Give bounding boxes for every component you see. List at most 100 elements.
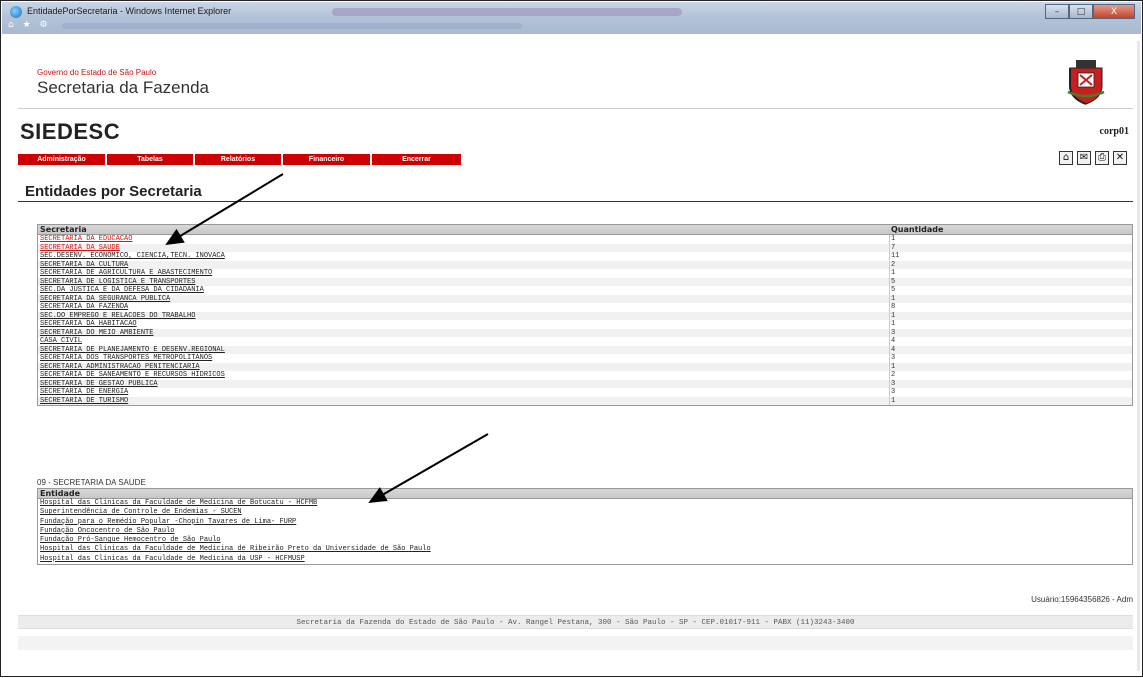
column-divider xyxy=(889,320,890,329)
quantidade-cell: 3 xyxy=(891,388,896,396)
title-bar: EntidadePorSecretaria - Windows Internet… xyxy=(2,2,1141,34)
secretaria-link[interactable]: SECRETARIA DE AGRICULTURA E ABASTECIMENT… xyxy=(40,269,212,278)
table-row: Hospital das Clínicas da Faculdade de Me… xyxy=(38,499,1132,508)
secretaria-link[interactable]: SECRETARIA DE LOGISTICA E TRANSPORTES xyxy=(40,278,195,287)
secretaria-link[interactable]: SECRETARIA DO MEIO AMBIENTE xyxy=(40,329,153,338)
secretaria-link[interactable]: SECRETARIA DA FAZENDA xyxy=(40,303,128,312)
menu-relatorios[interactable]: Relatórios xyxy=(195,154,283,165)
secretaria-link[interactable]: SECRETARIA ADMINISTRACAO PENITENCIARIA xyxy=(40,363,200,372)
column-divider xyxy=(889,252,890,261)
entidades-table: Entidade Hospital das Clínicas da Faculd… xyxy=(37,488,1133,566)
column-header-quantidade: Quantidade xyxy=(891,225,944,234)
table-row: SECRETARIA DA FAZENDA 8 xyxy=(38,303,1132,312)
entidade-link[interactable]: Hospital das Clínicas da Faculdade de Me… xyxy=(40,555,305,564)
quantidade-cell: 5 xyxy=(891,277,896,286)
close-icon[interactable]: ✕ xyxy=(1113,151,1127,165)
column-divider xyxy=(889,269,890,278)
column-divider xyxy=(889,328,890,337)
minimize-button[interactable]: – xyxy=(1045,4,1069,19)
quantidade-cell: 7 xyxy=(891,243,896,252)
scrollbar[interactable] xyxy=(1137,41,1140,671)
close-window-button[interactable]: X xyxy=(1093,4,1135,19)
favorites-icons[interactable]: ⌂ ★ ⚙ xyxy=(8,20,51,30)
column-divider xyxy=(889,362,890,371)
column-divider xyxy=(889,311,890,320)
column-divider xyxy=(889,371,890,380)
table-row: SECRETARIA DA SAUDE 7 xyxy=(38,243,1132,253)
column-divider xyxy=(889,379,890,388)
secretaria-link[interactable]: SEC.DO EMPREGO E RELACOES DO TRABALHO xyxy=(40,312,195,321)
quantidade-cell: 1 xyxy=(891,311,896,320)
quantidade-cell: 1 xyxy=(891,294,896,303)
blurred-tab xyxy=(332,8,682,16)
table-row: SEC.DO EMPREGO E RELACOES DO TRABALHO 1 xyxy=(38,311,1132,321)
quantidade-cell: 1 xyxy=(891,396,896,405)
table-row: SECRETARIA DA SEGURANCA PUBLICA 1 xyxy=(38,294,1132,304)
quantidade-cell: 3 xyxy=(891,354,896,362)
user-code: corp01 xyxy=(1099,126,1129,137)
entidade-link[interactable]: Hospital das Clínicas da Faculdade de Me… xyxy=(40,499,317,508)
table-row: Superintendência de Controle de Endemias… xyxy=(38,508,1132,517)
app-title: SIEDESC xyxy=(20,119,121,144)
secretaria-link[interactable]: SECRETARIA DA EDUCACAO xyxy=(40,235,132,244)
secretaria-link[interactable]: SECRETARIA DOS TRANSPORTES METROPOLITANO… xyxy=(40,354,212,363)
quantidade-cell: 1 xyxy=(891,320,896,328)
table-row: SECRETARIA DE SANEAMENTO E RECURSOS HIDR… xyxy=(38,371,1132,380)
column-divider xyxy=(889,260,890,269)
entidade-link[interactable]: Fundação para o Remédio Popular -Chopin … xyxy=(40,518,296,527)
column-divider xyxy=(889,396,890,405)
table-row: SECRETARIA DE LOGISTICA E TRANSPORTES 5 xyxy=(38,277,1132,287)
entidade-link[interactable]: Superintendência de Controle de Endemias… xyxy=(40,508,242,517)
secretaria-link[interactable]: SECRETARIA DA SAUDE xyxy=(40,244,120,253)
entidade-link[interactable]: Hospital das Clínicas da Faculdade de Me… xyxy=(40,545,431,554)
secretaria-link[interactable]: SECRETARIA DE SANEAMENTO E RECURSOS HIDR… xyxy=(40,371,225,380)
menu-tabelas[interactable]: Tabelas xyxy=(107,154,195,165)
table-row: CASA CIVIL 4 xyxy=(38,337,1132,346)
menu-encerrar[interactable]: Encerrar xyxy=(372,154,461,165)
quantidade-cell: 3 xyxy=(891,328,896,337)
maximize-button[interactable]: □ xyxy=(1069,4,1093,19)
page-content: Governo do Estado de São Paulo Secretari… xyxy=(18,50,1133,670)
secretaria-link[interactable]: SEC.DESENV. ECONOMICO, CIENCIA,TECN. INO… xyxy=(40,252,225,261)
quantidade-cell: 2 xyxy=(891,371,896,379)
table-row: SECRETARIA ADMINISTRACAO PENITENCIARIA 1 xyxy=(38,362,1132,372)
table-row: SEC.DESENV. ECONOMICO, CIENCIA,TECN. INO… xyxy=(38,252,1132,261)
table-row: Fundação Pró-Sangue Hemocentro de São Pa… xyxy=(38,536,1132,545)
table-row: SECRETARIA DO MEIO AMBIENTE 3 xyxy=(38,328,1132,338)
quantidade-cell: 3 xyxy=(891,379,896,388)
secretaria-link[interactable]: SEC.DA JUSTICA E DA DEFESA DA CIDADANIA xyxy=(40,286,204,295)
coat-of-arms-logo xyxy=(1067,60,1105,105)
table-row: SECRETARIA DA EDUCACAO 1 xyxy=(38,235,1132,244)
mail-icon[interactable]: ✉ xyxy=(1077,151,1091,165)
column-divider xyxy=(889,303,890,312)
menu-administracao[interactable]: Administração xyxy=(18,154,107,165)
blurred-favorites-bar xyxy=(62,23,522,29)
org-label: Secretaria da Fazenda xyxy=(37,78,209,97)
secretarias-table: Secretaria Quantidade SECRETARIA DA EDUC… xyxy=(37,224,1133,406)
quantidade-cell: 1 xyxy=(891,269,896,277)
column-divider xyxy=(889,345,890,354)
menu-financeiro[interactable]: Financeiro xyxy=(283,154,372,165)
quantidade-cell: 8 xyxy=(891,303,896,311)
secretaria-link[interactable]: SECRETARIA DA HABITACAO xyxy=(40,320,137,329)
secretaria-link[interactable]: SECRETARIA DA CULTURA xyxy=(40,261,128,270)
table-row: SECRETARIA DA HABITACAO 1 xyxy=(38,320,1132,329)
secretaria-link[interactable]: SECRETARIA DE ENERGIA xyxy=(40,388,128,397)
secretaria-link[interactable]: SECRETARIA DE PLANEJAMENTO E DESENV.REGI… xyxy=(40,346,225,355)
gov-label: Governo do Estado de São Paulo xyxy=(37,68,157,77)
column-divider xyxy=(889,337,890,346)
entidade-link[interactable]: Fundação Oncocentro de São Paulo xyxy=(40,527,174,536)
secretaria-link[interactable]: SECRETARIA DE TURISMO xyxy=(40,397,128,406)
home-icon[interactable]: ⌂ xyxy=(1059,151,1073,165)
column-divider xyxy=(889,235,890,244)
selected-secretaria: 09 - SECRETARIA DA SAUDE xyxy=(37,478,146,487)
main-menu: Administração Tabelas Relatórios Finance… xyxy=(18,154,461,165)
secretaria-link[interactable]: CASA CIVIL xyxy=(40,337,82,346)
secretaria-link[interactable]: SECRETARIA DE GESTAO PUBLICA xyxy=(40,380,158,389)
secretaria-link[interactable]: SECRETARIA DA SEGURANCA PUBLICA xyxy=(40,295,170,304)
header-divider xyxy=(18,108,1133,109)
page-title: Entidades por Secretaria xyxy=(25,183,202,200)
print-icon[interactable]: ⎙ xyxy=(1095,151,1109,165)
footer-band xyxy=(18,636,1133,650)
entidade-link[interactable]: Fundação Pró-Sangue Hemocentro de São Pa… xyxy=(40,536,221,545)
